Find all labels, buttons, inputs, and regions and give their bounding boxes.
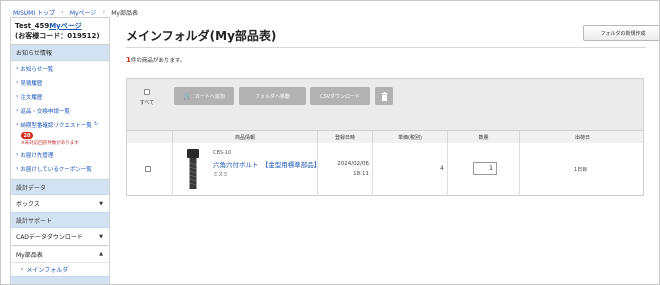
product-maker: ミスミ: [213, 172, 229, 178]
cad-download-accordion[interactable]: CADデータダウンロード ▼: [11, 228, 109, 245]
box-accordion[interactable]: ボックス ▼: [11, 195, 109, 212]
unit-price-cell: [372, 143, 447, 195]
chevron-right-icon: ›: [16, 121, 19, 128]
chevron-right-icon: ›: [16, 79, 19, 86]
add-to-cart-button[interactable]: 🛒 カートへ追加: [174, 87, 234, 105]
breadcrumb-mypage-link[interactable]: Myページ: [70, 8, 97, 17]
design-support-header: 設計サポート: [11, 212, 109, 228]
unit-price: 4: [440, 165, 444, 172]
chevron-right-icon: ›: [16, 165, 19, 172]
chevron-right-icon: ›: [16, 151, 19, 158]
info-section-header: お知らせ情報: [11, 45, 109, 61]
request-note: ※未対応回答件数があります: [21, 141, 79, 146]
caret-up-icon: ▲: [99, 251, 103, 257]
table-row: CBS-10 六角穴付ボルト 【金型用標準部品】 ミスミ 2024/02/06 …: [126, 143, 644, 196]
mypage-link[interactable]: Myページ: [49, 22, 81, 30]
product-bolt-image[interactable]: [182, 147, 204, 191]
select-all[interactable]: すべて: [137, 89, 157, 106]
sidebar-item-quotes[interactable]: › 見積履歴: [11, 79, 109, 93]
parts-list-accordion[interactable]: My部品表 ▲: [11, 245, 109, 262]
sidebar-item-addresses[interactable]: › お届け先管理: [11, 151, 109, 165]
row-checkbox[interactable]: [145, 166, 151, 172]
title-divider: [126, 47, 646, 48]
breadcrumb-separator-icon: ›: [102, 8, 106, 16]
refresh-icon: ↻: [93, 121, 99, 127]
chevron-right-icon: ›: [16, 65, 19, 72]
sidebar-item-requests[interactable]: › 納期型番確認リクエスト一覧 ↻: [11, 121, 109, 131]
quantity-input[interactable]: [473, 162, 497, 175]
select-all-checkbox[interactable]: [144, 89, 150, 95]
design-data-header: 設計データ: [11, 179, 109, 195]
sidebar-bottom-band: [11, 276, 109, 284]
user-name: Test_459: [15, 22, 50, 30]
customer-code: (お客様コード：019512): [15, 32, 100, 40]
sidebar-item-orders[interactable]: › 注文履歴: [11, 93, 109, 107]
main-folder-link[interactable]: › メインフォルダ: [11, 262, 109, 276]
table-header: 商品情報 登録日時 単価(税別) 数量 出荷日: [126, 130, 644, 144]
delete-button[interactable]: [375, 87, 393, 105]
csv-download-button[interactable]: CSVダウンロード: [310, 87, 370, 105]
registered-date: 2024/02/06: [337, 161, 369, 167]
chevron-right-icon: ›: [16, 93, 19, 100]
sidebar: Test_459Myページ (お客様コード：019512) お知らせ情報 › お知…: [10, 17, 110, 284]
sidebar-item-notices[interactable]: › お知らせ一覧: [11, 65, 109, 79]
move-to-folder-button[interactable]: フォルダへ移動: [239, 87, 306, 105]
breadcrumb-separator-icon: ›: [61, 8, 64, 16]
page-frame: MISUMI トップ › Myページ › My部品表 Test_459Myページ…: [0, 0, 660, 285]
breadcrumb-current: My部品表: [111, 9, 138, 17]
registered-cell: [317, 143, 372, 195]
row-select-cell: [127, 143, 172, 195]
sidebar-item-coupons[interactable]: › お届けしているクーポン一覧: [11, 165, 109, 179]
item-count: 1件の商品があります。: [126, 56, 186, 64]
breadcrumb-top-link[interactable]: MISUMI トップ: [13, 8, 55, 17]
cart-icon: 🛒: [183, 92, 192, 100]
caret-down-icon: ▼: [99, 200, 103, 207]
action-toolbar: すべて 🛒 カートへ追加 フォルダへ移動 CSVダウンロード: [126, 78, 644, 132]
trash-icon: [381, 91, 387, 101]
new-folder-button[interactable]: フォルダの新規作成: [583, 25, 659, 41]
page-title: メインフォルダ(My部品表): [126, 29, 277, 43]
select-all-label: すべて: [139, 99, 155, 106]
chevron-right-icon: ›: [21, 266, 24, 273]
sidebar-item-returns[interactable]: › 返品・交換申請一覧: [11, 107, 109, 121]
chevron-right-icon: ›: [16, 107, 19, 114]
request-count-badge: 20: [21, 132, 33, 139]
caret-down-icon: ▼: [99, 233, 103, 240]
product-name-link[interactable]: 六角穴付ボルト 【金型用標準部品】: [213, 159, 320, 169]
registered-time: 18:11: [353, 171, 369, 177]
user-info: Test_459Myページ (お客様コード：019512): [11, 18, 109, 45]
ship-date: 1日目: [574, 167, 588, 173]
product-code: CBS-10: [213, 150, 232, 156]
